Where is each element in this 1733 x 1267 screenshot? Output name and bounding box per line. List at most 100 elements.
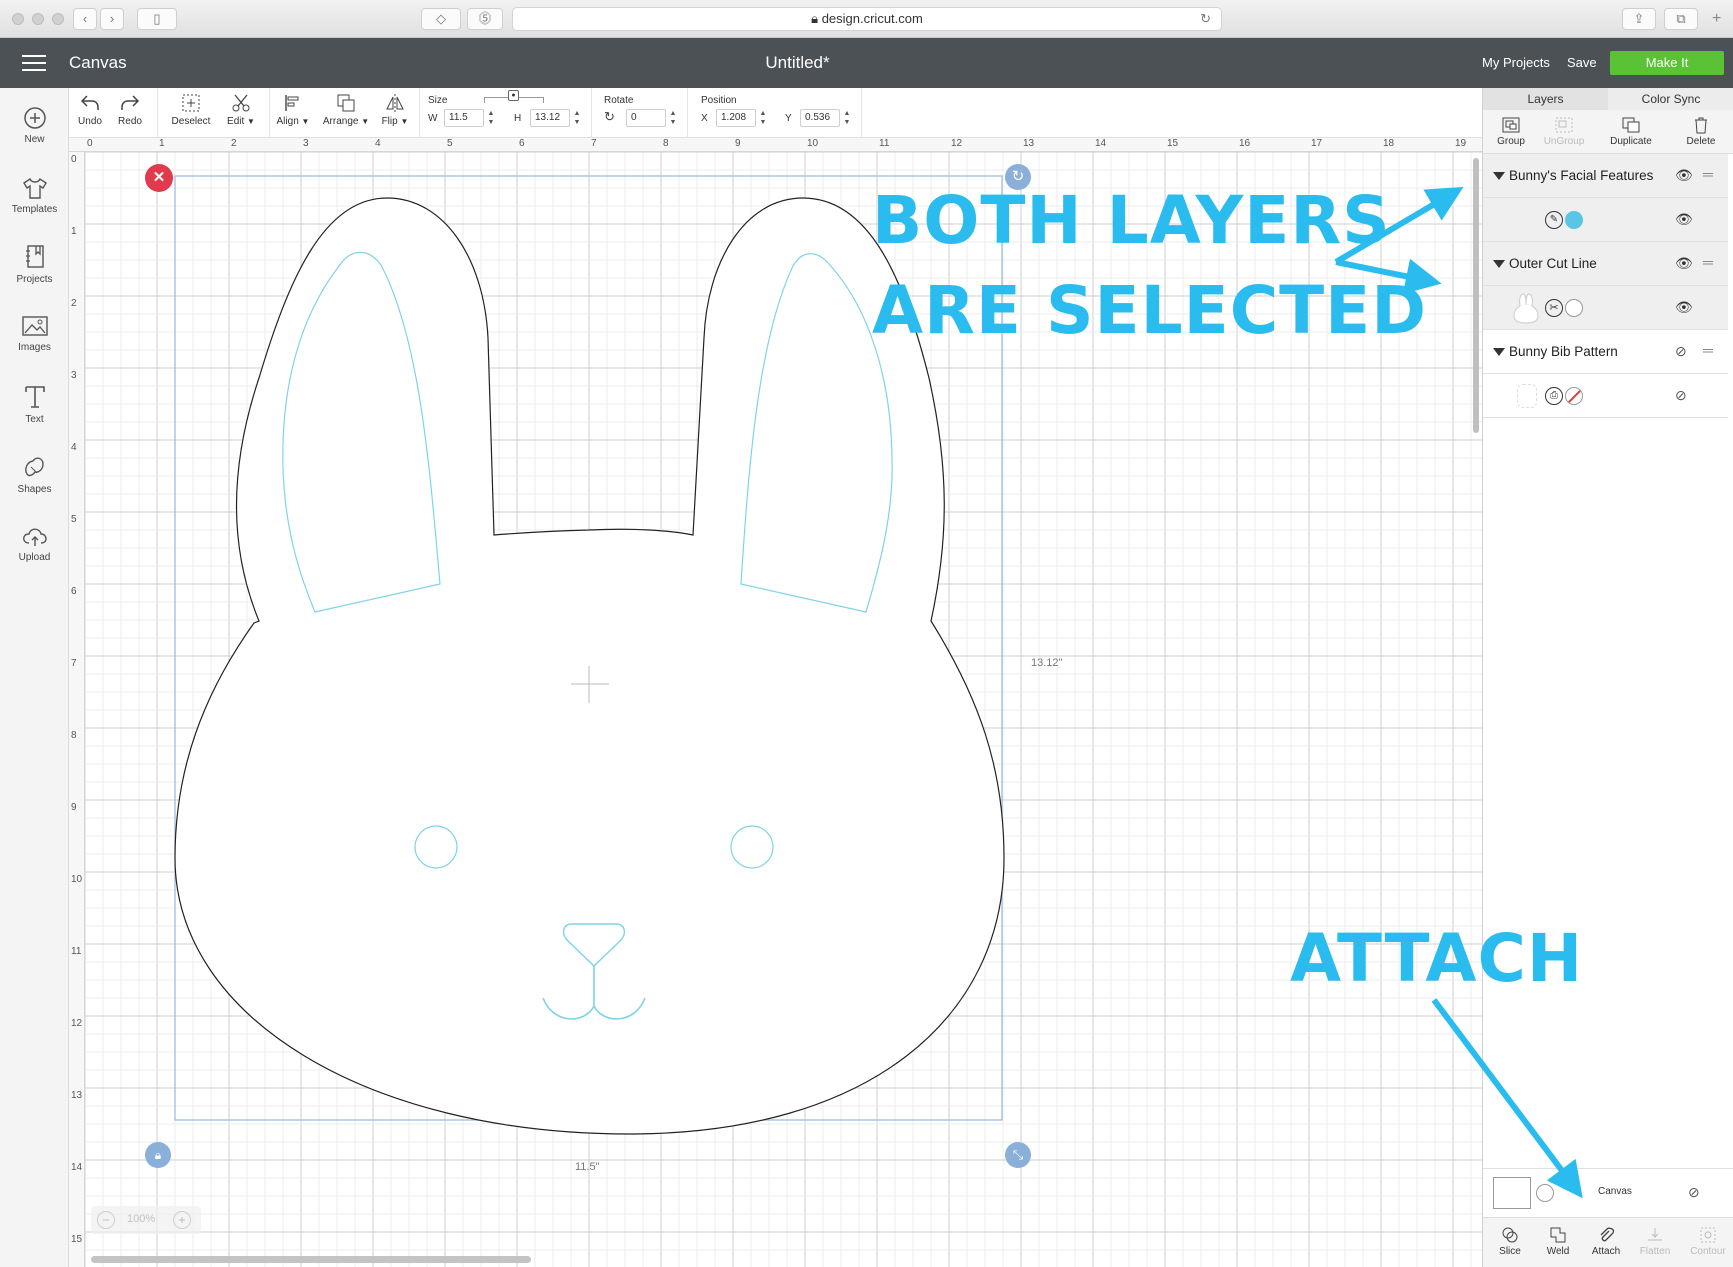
sidebar-item-images[interactable]: Images [0, 314, 69, 353]
x-position-input[interactable]: 1.208 [716, 109, 756, 127]
bottom-tools: Slice Weld Attach Flatten Contour [1483, 1217, 1733, 1267]
undo-button[interactable]: Undo [75, 92, 105, 127]
flip-menu-button[interactable]: Flip ▼ [375, 92, 415, 127]
layer-item-facial-features[interactable]: ✎ 👁︎ [1483, 198, 1728, 242]
collapse-triangle-icon[interactable] [1493, 260, 1505, 268]
contour-button[interactable]: Contour [1686, 1226, 1730, 1257]
scissors-icon [232, 94, 250, 112]
sidebar-item-shapes[interactable]: Shapes [0, 454, 69, 495]
no-color-swatch-icon[interactable] [1565, 387, 1583, 405]
url-text: design.cricut.com [821, 11, 923, 26]
minimize-window-icon[interactable] [32, 13, 44, 25]
layer-color-swatch[interactable] [1565, 211, 1583, 229]
width-dimension-label: 11.5" [575, 1161, 600, 1173]
my-projects-link[interactable]: My Projects [1482, 55, 1550, 70]
eye-icon[interactable]: 👁︎ [1675, 211, 1693, 228]
eye-hidden-icon[interactable]: ⊘ [1688, 1184, 1700, 1201]
document-title: Untitled* [765, 53, 830, 72]
eye-icon[interactable]: 👁︎ [1675, 299, 1693, 316]
edit-menu-button[interactable]: Edit ▼ [221, 92, 261, 127]
sidebar-item-new[interactable]: New [0, 106, 69, 145]
duplicate-icon [1622, 117, 1640, 133]
attach-label: Attach [1591, 1246, 1621, 1257]
eye-hidden-icon[interactable]: ⊘ [1675, 387, 1687, 404]
zoom-in-icon[interactable]: + [173, 1211, 191, 1229]
new-tab-icon[interactable]: + [1712, 10, 1721, 28]
reader-icon[interactable]: ◇ [421, 8, 461, 30]
close-window-icon[interactable] [12, 13, 24, 25]
sidebar-item-templates[interactable]: Templates [0, 176, 69, 215]
undo-icon [80, 95, 99, 110]
redo-button[interactable]: Redo [115, 92, 145, 127]
sidebar-item-label: Projects [16, 274, 53, 285]
slice-button[interactable]: Slice [1493, 1226, 1527, 1257]
sidebar-item-projects[interactable]: Projects [0, 244, 69, 285]
save-button[interactable]: Save [1567, 55, 1597, 70]
attach-button[interactable]: Attach [1587, 1226, 1625, 1257]
resize-handle-icon[interactable]: ⤡ [1005, 1142, 1031, 1168]
lock-handle-icon[interactable]: 🔒︎ [145, 1142, 171, 1168]
tab-color-sync[interactable]: Color Sync [1608, 88, 1733, 110]
layer-item-bunny-bib-pattern[interactable]: ⎙ ⊘ [1483, 374, 1728, 418]
bunny-thumbnail-icon [1513, 292, 1539, 324]
horizontal-scrollbar[interactable] [91, 1256, 531, 1263]
drag-handle-icon[interactable]: ═ [1703, 342, 1713, 358]
group-button[interactable]: Group [1491, 116, 1531, 147]
lock-ratio-icon[interactable]: ● [508, 90, 519, 101]
vertical-scrollbar[interactable] [1473, 158, 1479, 433]
blank-canvas-row[interactable]: Canvas ⊘ [1483, 1168, 1733, 1218]
make-it-button[interactable]: Make It [1610, 51, 1724, 75]
duplicate-button[interactable]: Duplicate [1603, 116, 1659, 147]
pinterest-icon[interactable]: ⓹ [467, 8, 503, 30]
layer-group-facial-features[interactable]: Bunny's Facial Features 👁︎ ═ [1483, 154, 1728, 198]
duplicate-label: Duplicate [1610, 136, 1652, 147]
sidebar-item-text[interactable]: Text [0, 384, 69, 425]
reload-icon[interactable]: ↻ [1200, 8, 1211, 30]
arrange-menu-button[interactable]: Arrange ▼ [319, 92, 373, 127]
width-stepper-icon[interactable]: ▲ ▼ [486, 109, 496, 127]
x-label: X [701, 113, 708, 124]
sidebar-item-upload[interactable]: Upload [0, 524, 69, 563]
canvas-color-swatch[interactable] [1493, 1177, 1531, 1209]
tab-layers[interactable]: Layers [1483, 88, 1608, 110]
flatten-button[interactable]: Flatten [1635, 1226, 1675, 1257]
zoom-window-icon[interactable] [52, 13, 64, 25]
undo-label: Undo [78, 116, 102, 127]
caret-down-icon: ▼ [301, 117, 310, 126]
contour-label: Contour [1690, 1246, 1726, 1257]
back-arrow-icon[interactable]: ‹ [73, 8, 97, 30]
height-stepper-icon[interactable]: ▲ ▼ [572, 109, 582, 127]
ungroup-button[interactable]: UnGroup [1539, 116, 1589, 147]
y-position-input[interactable]: 0.536 [800, 109, 840, 127]
align-menu-button[interactable]: Align ▼ [273, 92, 313, 127]
y-label: Y [785, 113, 792, 124]
rotate-input[interactable]: 0 [626, 109, 666, 127]
url-bar[interactable]: 🔒︎ design.cricut.com ↻ [512, 7, 1222, 31]
height-input[interactable]: 13.12 [530, 109, 570, 127]
share-icon[interactable]: ⇪ [1622, 8, 1656, 30]
zoom-out-icon[interactable]: − [97, 1211, 115, 1229]
collapse-triangle-icon[interactable] [1493, 172, 1505, 180]
deselect-button[interactable]: Deselect [169, 92, 213, 127]
delete-handle-icon[interactable]: ✕ [145, 164, 173, 192]
weld-button[interactable]: Weld [1541, 1226, 1575, 1257]
drag-handle-icon[interactable]: ═ [1703, 254, 1713, 270]
eye-hidden-icon[interactable]: ⊘ [1675, 343, 1687, 360]
eye-icon[interactable]: 👁︎ [1675, 255, 1693, 272]
forward-arrow-icon[interactable]: › [100, 8, 124, 30]
drag-handle-icon[interactable]: ═ [1703, 166, 1713, 182]
delete-button[interactable]: Delete [1679, 116, 1723, 147]
x-stepper-icon[interactable]: ▲ ▼ [758, 109, 768, 127]
tabs-icon[interactable]: ⧉ [1664, 8, 1698, 30]
collapse-triangle-icon[interactable] [1493, 348, 1505, 356]
y-stepper-icon[interactable]: ▲ ▼ [842, 109, 852, 127]
left-sidebar: New Templates Projects Images Text Shape… [0, 88, 69, 1267]
layer-group-bunny-bib-pattern[interactable]: Bunny Bib Pattern ⊘ ═ [1483, 330, 1728, 374]
width-input[interactable]: 11.5 [444, 109, 484, 127]
sidebar-toggle-icon[interactable]: ▯ [137, 8, 177, 30]
layer-item-outer-cut-line[interactable]: ✂ 👁︎ [1483, 286, 1728, 330]
rotate-stepper-icon[interactable]: ▲ ▼ [668, 109, 678, 127]
layer-color-swatch[interactable] [1565, 299, 1583, 317]
eye-icon[interactable]: 👁︎ [1675, 167, 1693, 184]
layer-group-outer-cut-line[interactable]: Outer Cut Line 👁︎ ═ [1483, 242, 1728, 286]
